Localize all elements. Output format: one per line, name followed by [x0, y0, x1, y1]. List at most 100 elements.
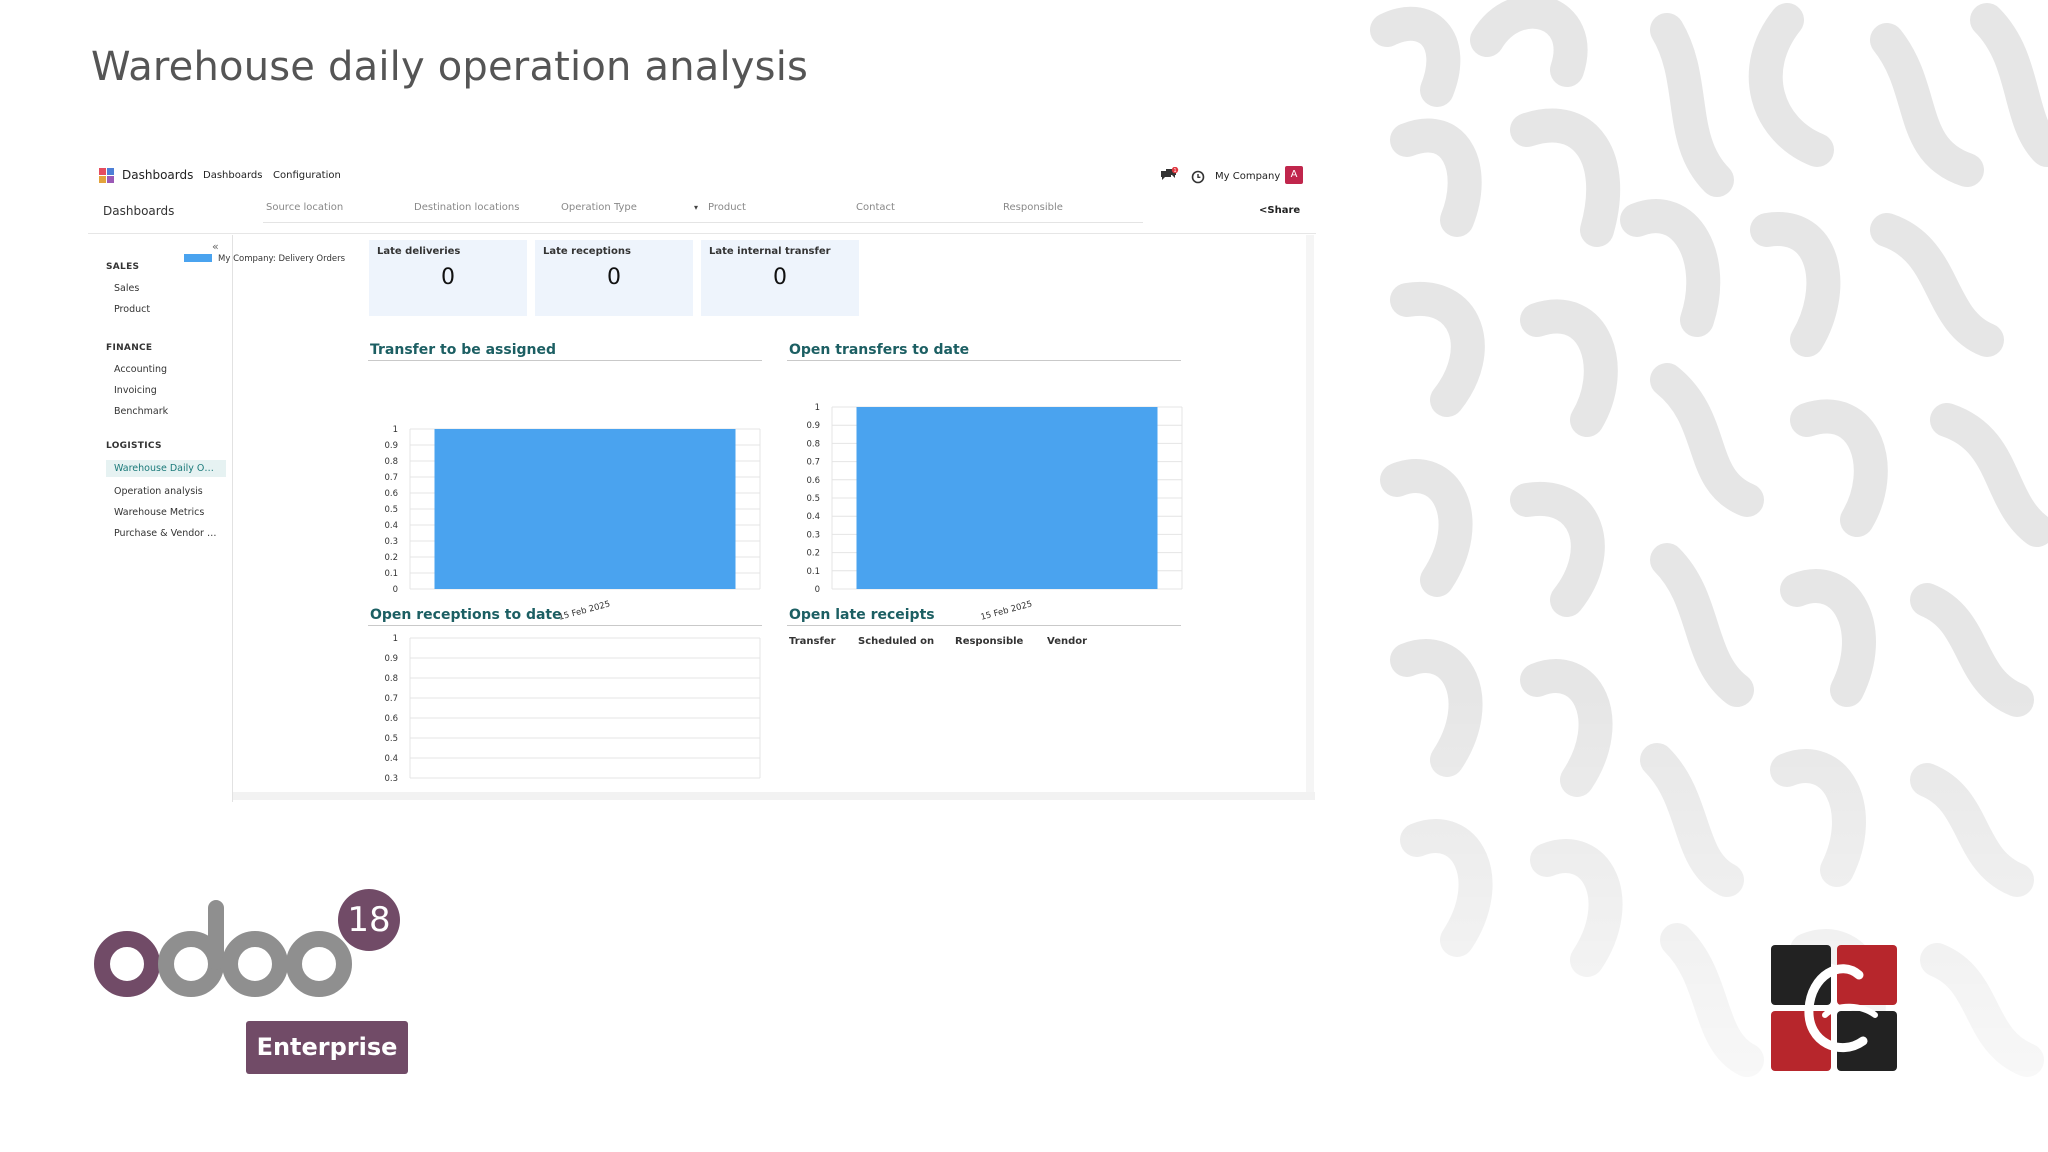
card-title-transfer-assigned: Transfer to be assigned	[370, 342, 557, 358]
sidebar-item-benchmark[interactable]: Benchmark	[114, 406, 168, 417]
y-tick-label: 1	[393, 634, 398, 644]
chart-open-receptions[interactable]: 0.3 0.4 0.5 0.6 0.7 0.8 0.9 1	[368, 628, 768, 793]
y-tick-label: 0.5	[806, 494, 820, 504]
y-tick-label: 0.4	[384, 754, 398, 764]
y-tick-label: 0.8	[384, 457, 398, 467]
menu-configuration[interactable]: Configuration	[273, 170, 341, 181]
kpi-label: Late deliveries	[377, 246, 461, 257]
y-tick-label: 0.6	[384, 714, 398, 724]
x-tick-label: 15 Feb 2025	[980, 599, 1034, 622]
company-logo	[1771, 945, 1897, 1071]
chart-plot-area: 0 0.1 0.2 0.3 0.4 0.5 0.6 0.7 0.8 0.9 1 15 Feb 2025	[806, 403, 1183, 623]
legend-label: My Company: Delivery Orders	[218, 254, 346, 264]
y-tick-label: 0.8	[384, 674, 398, 684]
breadcrumb[interactable]: Dashboards	[103, 204, 174, 218]
card-divider	[368, 625, 762, 626]
y-tick-label: 0.2	[384, 553, 398, 563]
vertical-scrollbar[interactable]	[1306, 235, 1314, 792]
horizontal-scrollbar[interactable]	[233, 792, 1315, 800]
kpi-value: 0	[773, 265, 787, 290]
dashboard-screenshot: Dashboards Dashboards Configuration 1 My…	[88, 158, 1316, 804]
sidebar-item-sales[interactable]: Sales	[114, 283, 139, 294]
y-tick-label: 0	[815, 585, 820, 595]
top-navbar: Dashboards Dashboards Configuration 1 My…	[88, 158, 1316, 192]
y-tick-label: 0.9	[384, 441, 398, 451]
x-tick-label: 15 Feb 2025	[558, 599, 612, 622]
chat-badge: 1	[1173, 168, 1176, 174]
card-divider	[787, 625, 1181, 626]
kpi-label: Late internal transfer	[709, 246, 831, 257]
filter-product[interactable]: Product	[708, 202, 746, 213]
sidebar-item-operation-analysis[interactable]: Operation analysis	[114, 486, 203, 497]
kpi-label: Late receptions	[543, 246, 631, 257]
company-switcher[interactable]: My Company	[1215, 171, 1280, 182]
caret-down-icon[interactable]: ▾	[694, 203, 698, 212]
kpi-late-deliveries[interactable]: Late deliveries 0	[369, 240, 527, 316]
column-header-vendor[interactable]: Vendor	[1047, 636, 1087, 647]
filter-responsible[interactable]: Responsible	[1003, 202, 1063, 213]
y-tick-label: 0.1	[384, 569, 398, 579]
filter-operation-type[interactable]: Operation Type	[561, 202, 637, 213]
app-name[interactable]: Dashboards	[122, 168, 193, 182]
y-tick-label: 0.4	[384, 521, 398, 531]
sidebar-item-accounting[interactable]: Accounting	[114, 364, 167, 375]
share-label: Share	[1267, 205, 1301, 216]
sidebar-item-invoicing[interactable]: Invoicing	[114, 385, 157, 396]
sidebar-item-warehouse-daily[interactable]: Warehouse Daily O…	[106, 460, 226, 477]
filter-underline	[263, 222, 1143, 223]
late-receipts-table-header: Transfer Scheduled on Responsible Vendor	[789, 636, 1089, 650]
card-title-open-transfers: Open transfers to date	[789, 342, 970, 358]
sidebar: « SALES Sales Product FINANCE Accounting…	[88, 235, 233, 802]
card-title-late-receipts: Open late receipts	[789, 607, 935, 623]
edition-badge: Enterprise	[246, 1021, 408, 1074]
chart-open-transfers[interactable]: 0 0.1 0.2 0.3 0.4 0.5 0.6 0.7 0.8 0.9 1 15 Feb 2025	[787, 364, 1187, 623]
app-grid-icon[interactable]	[99, 168, 115, 184]
slide-title: Warehouse daily operation analysis	[91, 44, 809, 90]
sidebar-item-product[interactable]: Product	[114, 304, 150, 315]
column-header-scheduled-on[interactable]: Scheduled on	[858, 636, 934, 647]
y-tick-label: 0.6	[384, 489, 398, 499]
decorative-pattern	[1367, 0, 2048, 1152]
version-badge: 18	[338, 889, 400, 951]
card-divider	[368, 360, 762, 361]
y-tick-label: 0.6	[806, 476, 820, 486]
sidebar-item-warehouse-metrics[interactable]: Warehouse Metrics	[114, 507, 204, 518]
sidebar-section-logistics: LOGISTICS	[106, 441, 162, 451]
legend-swatch	[184, 254, 212, 262]
y-tick-label: 0.5	[384, 505, 398, 515]
y-tick-label: 0.4	[806, 512, 820, 522]
card-title-open-receptions: Open receptions to date	[370, 607, 562, 623]
chat-icon[interactable]: 1	[1160, 166, 1180, 183]
y-tick-label: 0.9	[384, 654, 398, 664]
column-header-responsible[interactable]: Responsible	[955, 636, 1023, 647]
y-tick-label: 0.9	[806, 421, 820, 431]
chart-transfer-assigned[interactable]: My Company: Delivery Orders 0 0.1 0.2 0.3 0.4…	[184, 254, 768, 623]
y-tick-label: 0.3	[384, 537, 398, 547]
y-tick-label: 0.8	[806, 439, 820, 449]
y-tick-label: 0.1	[806, 567, 820, 577]
filter-source-location[interactable]: Source location	[266, 202, 343, 213]
kpi-late-internal-transfer[interactable]: Late internal transfer 0	[701, 240, 859, 316]
y-tick-label: 0.3	[384, 774, 398, 784]
y-tick-label: 0.5	[384, 734, 398, 744]
menu-dashboards[interactable]: Dashboards	[203, 170, 262, 181]
kpi-late-receptions[interactable]: Late receptions 0	[535, 240, 693, 316]
sidebar-section-sales: SALES	[106, 262, 140, 272]
clock-icon[interactable]	[1191, 169, 1205, 184]
share-button[interactable]: <Share	[1259, 205, 1300, 216]
bar[interactable]	[434, 429, 736, 589]
sidebar-section-finance: FINANCE	[106, 343, 153, 353]
filter-destination-locations[interactable]: Destination locations	[414, 202, 519, 213]
y-tick-label: 1	[393, 425, 398, 435]
column-header-transfer[interactable]: Transfer	[789, 636, 836, 647]
control-panel: Dashboards Source location Destination l…	[88, 192, 1316, 234]
y-tick-label: 1	[815, 403, 820, 413]
user-avatar[interactable]: A	[1285, 166, 1303, 184]
kpi-value: 0	[441, 265, 455, 290]
bar[interactable]	[856, 407, 1158, 589]
y-tick-label: 0.7	[384, 473, 398, 483]
collapse-sidebar-icon[interactable]: «	[212, 240, 219, 253]
filter-contact[interactable]: Contact	[856, 202, 895, 213]
sidebar-item-purchase-vendor[interactable]: Purchase & Vendor …	[114, 528, 216, 539]
kpi-value: 0	[607, 265, 621, 290]
